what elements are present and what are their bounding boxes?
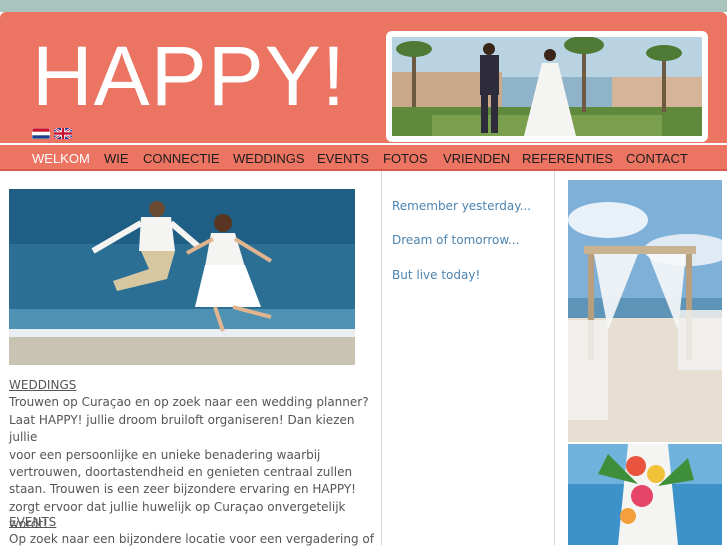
- nav-item-wie[interactable]: WIE: [104, 151, 129, 166]
- nav-item-welkom[interactable]: WELKOM: [32, 151, 90, 166]
- beach-couple-photo: [9, 189, 355, 365]
- section-title-events[interactable]: EVENTS: [9, 514, 377, 531]
- main-content: WEDDINGS Trouwen op Curaçao en op zoek n…: [0, 171, 381, 546]
- section-line: staan. Trouwen is een zeer bijzondere er…: [9, 482, 356, 497]
- nav-item-weddings[interactable]: WEDDINGS: [233, 151, 305, 166]
- beach-ceremony-photo: [568, 180, 722, 442]
- nav-item-contact[interactable]: CONTACT: [626, 151, 688, 166]
- nav-item-events[interactable]: EVENTS: [317, 151, 369, 166]
- section-weddings: WEDDINGS Trouwen op Curaçao en op zoek n…: [9, 377, 377, 534]
- flower-arrangement-photo: [568, 444, 722, 545]
- column-divider: [554, 171, 555, 545]
- quote-dream-of-tomorrow: Dream of tomorrow...: [392, 233, 520, 247]
- site-logo[interactable]: HAPPY!: [32, 34, 346, 118]
- nav-item-fotos[interactable]: FOTOS: [383, 151, 428, 166]
- section-line: Trouwen op Curaçao en op zoek naar een w…: [9, 395, 369, 410]
- section-line: Op zoek naar een bijzondere locatie voor…: [9, 532, 374, 547]
- nav-item-connectie[interactable]: CONNECTIE: [143, 151, 220, 166]
- nav-item-referenties[interactable]: REFERENTIES: [522, 151, 613, 166]
- section-line: voor een persoonlijke en unieke benaderi…: [9, 447, 321, 462]
- nav-item-vrienden[interactable]: VRIENDEN: [443, 151, 510, 166]
- quotes-column: Remember yesterday... Dream of tomorrow.…: [382, 171, 554, 545]
- section-events: EVENTS Op zoek naar een bijzondere locat…: [9, 514, 377, 549]
- top-strip: [0, 0, 727, 12]
- main-nav: WELKOM WIE CONNECTIE WEDDINGS EVENTS FOT…: [0, 143, 727, 171]
- site-header: HAPPY!: [0, 12, 727, 143]
- flag-uk-icon[interactable]: [54, 128, 72, 139]
- section-line: Laat HAPPY! jullie droom bruiloft organi…: [9, 412, 355, 445]
- section-line: vertrouwen, doortastendheid en genieten …: [9, 465, 353, 480]
- quote-remember-yesterday: Remember yesterday...: [392, 199, 532, 213]
- section-title-weddings[interactable]: WEDDINGS: [9, 377, 377, 394]
- flag-netherlands-icon[interactable]: [32, 128, 50, 139]
- quote-live-today: But live today!: [392, 268, 481, 282]
- header-photo-frame: [386, 31, 708, 142]
- wedding-couple-photo: [392, 37, 702, 136]
